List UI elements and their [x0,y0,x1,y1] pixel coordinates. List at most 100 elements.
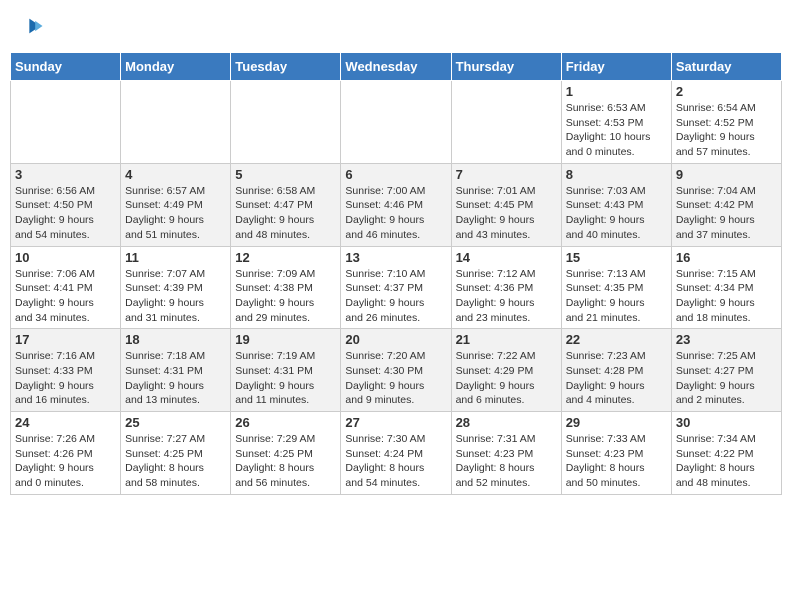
cell-content: Sunrise: 6:53 AM Sunset: 4:53 PM Dayligh… [566,101,667,160]
weekday-header-tuesday: Tuesday [231,53,341,81]
weekday-header-monday: Monday [121,53,231,81]
calendar-cell: 12 Sunrise: 7:09 AM Sunset: 4:38 PM Dayli… [231,246,341,329]
cell-content: Sunrise: 7:34 AM Sunset: 4:22 PM Dayligh… [676,432,777,491]
calendar-body: 1 Sunrise: 6:53 AM Sunset: 4:53 PM Daylig… [11,81,782,495]
day-number: 10 [15,250,116,265]
logo-icon [22,15,44,37]
calendar-cell: 8 Sunrise: 7:03 AM Sunset: 4:43 PM Daylig… [561,163,671,246]
cell-content: Sunrise: 7:27 AM Sunset: 4:25 PM Dayligh… [125,432,226,491]
day-number: 3 [15,167,116,182]
cell-content: Sunrise: 7:10 AM Sunset: 4:37 PM Dayligh… [345,267,446,326]
cell-content: Sunrise: 7:25 AM Sunset: 4:27 PM Dayligh… [676,349,777,408]
day-number: 15 [566,250,667,265]
cell-content: Sunrise: 6:58 AM Sunset: 4:47 PM Dayligh… [235,184,336,243]
weekday-header-friday: Friday [561,53,671,81]
calendar-cell: 13 Sunrise: 7:10 AM Sunset: 4:37 PM Dayli… [341,246,451,329]
day-number: 22 [566,332,667,347]
calendar-cell: 30 Sunrise: 7:34 AM Sunset: 4:22 PM Dayli… [671,412,781,495]
calendar-header: SundayMondayTuesdayWednesdayThursdayFrid… [11,53,782,81]
calendar-cell: 17 Sunrise: 7:16 AM Sunset: 4:33 PM Dayli… [11,329,121,412]
cell-content: Sunrise: 7:22 AM Sunset: 4:29 PM Dayligh… [456,349,557,408]
weekday-header-thursday: Thursday [451,53,561,81]
calendar-cell [341,81,451,164]
cell-content: Sunrise: 7:29 AM Sunset: 4:25 PM Dayligh… [235,432,336,491]
day-number: 5 [235,167,336,182]
day-number: 9 [676,167,777,182]
calendar-cell: 14 Sunrise: 7:12 AM Sunset: 4:36 PM Dayli… [451,246,561,329]
calendar-cell [451,81,561,164]
calendar-week-row: 3 Sunrise: 6:56 AM Sunset: 4:50 PM Daylig… [11,163,782,246]
day-number: 1 [566,84,667,99]
day-number: 25 [125,415,226,430]
cell-content: Sunrise: 7:23 AM Sunset: 4:28 PM Dayligh… [566,349,667,408]
calendar-cell: 9 Sunrise: 7:04 AM Sunset: 4:42 PM Daylig… [671,163,781,246]
cell-content: Sunrise: 7:16 AM Sunset: 4:33 PM Dayligh… [15,349,116,408]
calendar-cell: 25 Sunrise: 7:27 AM Sunset: 4:25 PM Dayli… [121,412,231,495]
calendar-cell: 3 Sunrise: 6:56 AM Sunset: 4:50 PM Daylig… [11,163,121,246]
day-number: 13 [345,250,446,265]
cell-content: Sunrise: 7:18 AM Sunset: 4:31 PM Dayligh… [125,349,226,408]
day-number: 20 [345,332,446,347]
calendar-cell [231,81,341,164]
day-number: 11 [125,250,226,265]
calendar-cell: 27 Sunrise: 7:30 AM Sunset: 4:24 PM Dayli… [341,412,451,495]
weekday-header-row: SundayMondayTuesdayWednesdayThursdayFrid… [11,53,782,81]
calendar-cell: 26 Sunrise: 7:29 AM Sunset: 4:25 PM Dayli… [231,412,341,495]
cell-content: Sunrise: 7:03 AM Sunset: 4:43 PM Dayligh… [566,184,667,243]
calendar-cell: 4 Sunrise: 6:57 AM Sunset: 4:49 PM Daylig… [121,163,231,246]
page-header [10,10,782,42]
cell-content: Sunrise: 7:04 AM Sunset: 4:42 PM Dayligh… [676,184,777,243]
calendar-week-row: 17 Sunrise: 7:16 AM Sunset: 4:33 PM Dayli… [11,329,782,412]
day-number: 26 [235,415,336,430]
cell-content: Sunrise: 7:20 AM Sunset: 4:30 PM Dayligh… [345,349,446,408]
cell-content: Sunrise: 6:54 AM Sunset: 4:52 PM Dayligh… [676,101,777,160]
day-number: 27 [345,415,446,430]
day-number: 2 [676,84,777,99]
calendar-cell: 29Sunrise: 7:33 AM Sunset: 4:23 PM Dayli… [561,412,671,495]
day-number: 23 [676,332,777,347]
weekday-header-wednesday: Wednesday [341,53,451,81]
cell-content: Sunrise: 6:56 AM Sunset: 4:50 PM Dayligh… [15,184,116,243]
cell-content: Sunrise: 7:07 AM Sunset: 4:39 PM Dayligh… [125,267,226,326]
day-number: 19 [235,332,336,347]
calendar-cell [11,81,121,164]
cell-content: Sunrise: 7:01 AM Sunset: 4:45 PM Dayligh… [456,184,557,243]
calendar-cell: 20 Sunrise: 7:20 AM Sunset: 4:30 PM Dayli… [341,329,451,412]
cell-content: Sunrise: 7:26 AM Sunset: 4:26 PM Dayligh… [15,432,116,491]
calendar-cell: 10 Sunrise: 7:06 AM Sunset: 4:41 PM Dayli… [11,246,121,329]
day-number: 21 [456,332,557,347]
calendar-cell: 7 Sunrise: 7:01 AM Sunset: 4:45 PM Daylig… [451,163,561,246]
cell-content: Sunrise: 7:06 AM Sunset: 4:41 PM Dayligh… [15,267,116,326]
calendar-cell: 16 Sunrise: 7:15 AM Sunset: 4:34 PM Dayli… [671,246,781,329]
cell-content: Sunrise: 6:57 AM Sunset: 4:49 PM Dayligh… [125,184,226,243]
calendar-week-row: 1 Sunrise: 6:53 AM Sunset: 4:53 PM Daylig… [11,81,782,164]
cell-content: Sunrise: 7:15 AM Sunset: 4:34 PM Dayligh… [676,267,777,326]
cell-content: Sunrise: 7:19 AM Sunset: 4:31 PM Dayligh… [235,349,336,408]
day-number: 14 [456,250,557,265]
calendar-cell: 18 Sunrise: 7:18 AM Sunset: 4:31 PM Dayli… [121,329,231,412]
cell-content: Sunrise: 7:00 AM Sunset: 4:46 PM Dayligh… [345,184,446,243]
day-number: 17 [15,332,116,347]
calendar-cell [121,81,231,164]
cell-content: Sunrise: 7:09 AM Sunset: 4:38 PM Dayligh… [235,267,336,326]
day-number: 4 [125,167,226,182]
cell-content: Sunrise: 7:31 AM Sunset: 4:23 PM Dayligh… [456,432,557,491]
calendar-cell: 5 Sunrise: 6:58 AM Sunset: 4:47 PM Daylig… [231,163,341,246]
cell-content: Sunrise: 7:33 AM Sunset: 4:23 PM Dayligh… [566,432,667,491]
calendar-week-row: 10 Sunrise: 7:06 AM Sunset: 4:41 PM Dayli… [11,246,782,329]
day-number: 12 [235,250,336,265]
cell-content: Sunrise: 7:30 AM Sunset: 4:24 PM Dayligh… [345,432,446,491]
day-number: 16 [676,250,777,265]
calendar-cell: 23 Sunrise: 7:25 AM Sunset: 4:27 PM Dayli… [671,329,781,412]
day-number: 30 [676,415,777,430]
calendar-table: SundayMondayTuesdayWednesdayThursdayFrid… [10,52,782,495]
day-number: 7 [456,167,557,182]
cell-content: Sunrise: 7:12 AM Sunset: 4:36 PM Dayligh… [456,267,557,326]
cell-content: Sunrise: 7:13 AM Sunset: 4:35 PM Dayligh… [566,267,667,326]
day-number: 18 [125,332,226,347]
calendar-cell: 22 Sunrise: 7:23 AM Sunset: 4:28 PM Dayli… [561,329,671,412]
day-number: 28 [456,415,557,430]
day-number: 8 [566,167,667,182]
logo [20,15,44,37]
calendar-week-row: 24Sunrise: 7:26 AM Sunset: 4:26 PM Dayli… [11,412,782,495]
